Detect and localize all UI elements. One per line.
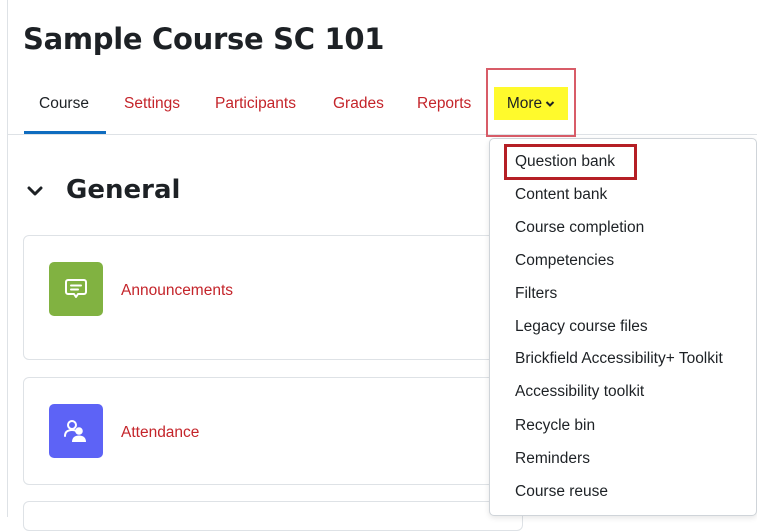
tab-course[interactable]: Course	[39, 95, 89, 113]
menu-item-content-bank[interactable]: Content bank	[515, 186, 607, 204]
activity-card	[23, 501, 523, 531]
menu-item-filters[interactable]: Filters	[515, 285, 557, 303]
menu-item-brickfield-toolkit[interactable]: Brickfield Accessibility+ Toolkit	[515, 350, 723, 368]
activity-link-announcements[interactable]: Announcements	[121, 282, 233, 300]
tab-reports[interactable]: Reports	[417, 95, 471, 113]
menu-item-course-reuse[interactable]: Course reuse	[515, 483, 608, 501]
page-left-border	[7, 0, 8, 517]
menu-item-accessibility-toolkit[interactable]: Accessibility toolkit	[515, 383, 644, 401]
menu-item-competencies[interactable]: Competencies	[515, 252, 614, 270]
section-title: General	[66, 175, 181, 205]
question-bank-annotation-box	[504, 144, 637, 180]
collapse-chevron-icon[interactable]	[27, 184, 43, 198]
more-menu-button[interactable]: More	[494, 87, 568, 120]
menu-item-legacy-course-files[interactable]: Legacy course files	[515, 318, 648, 336]
menu-item-course-completion[interactable]: Course completion	[515, 219, 644, 237]
nav-divider	[7, 134, 757, 135]
more-button-label: More	[506, 94, 543, 112]
tab-settings[interactable]: Settings	[124, 95, 180, 113]
chevron-down-icon	[545, 100, 555, 107]
menu-item-recycle-bin[interactable]: Recycle bin	[515, 417, 595, 435]
tab-participants[interactable]: Participants	[215, 95, 296, 113]
attendance-icon	[49, 404, 103, 458]
menu-item-reminders[interactable]: Reminders	[515, 450, 590, 468]
tab-grades[interactable]: Grades	[333, 95, 384, 113]
activity-link-attendance[interactable]: Attendance	[121, 424, 199, 442]
page-title: Sample Course SC 101	[23, 22, 385, 56]
forum-icon	[49, 262, 103, 316]
